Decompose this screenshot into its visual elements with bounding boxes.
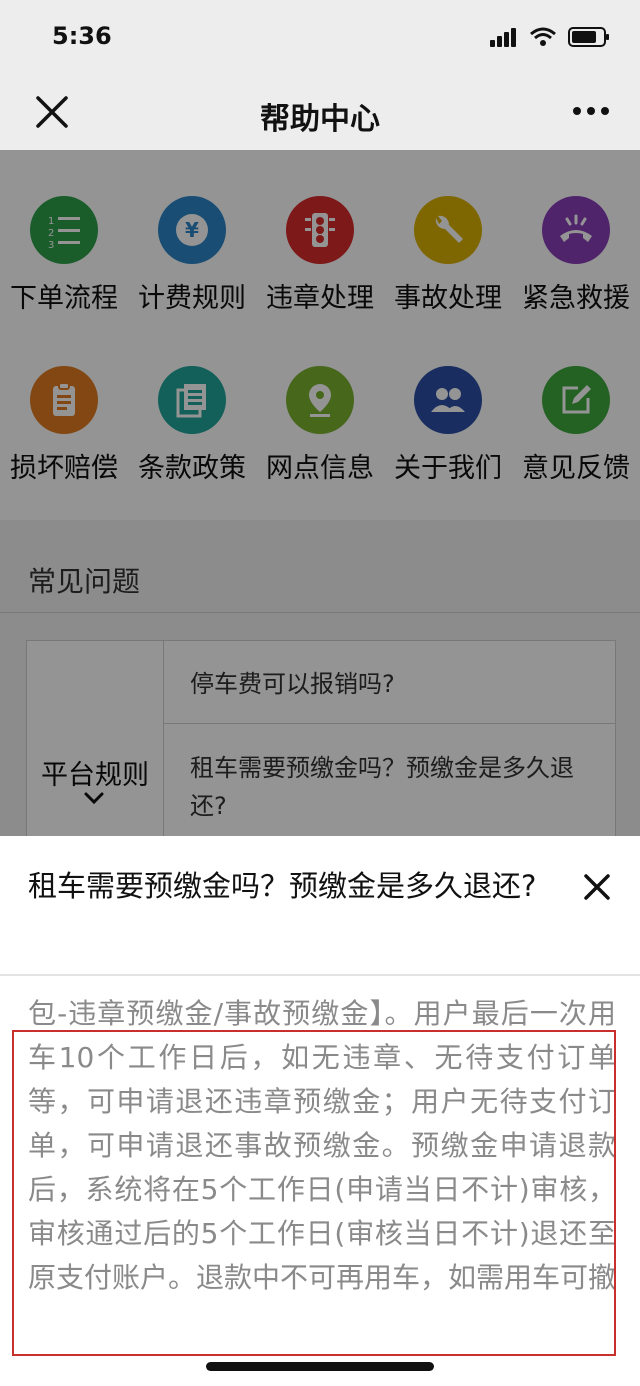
status-time: 5:36	[52, 22, 112, 50]
battery-icon	[568, 27, 609, 47]
modal-backdrop[interactable]	[0, 150, 640, 836]
close-icon[interactable]	[582, 872, 612, 902]
wifi-icon	[530, 27, 556, 46]
status-icons	[490, 26, 610, 48]
more-icon[interactable]	[572, 106, 610, 116]
page-title: 帮助中心	[260, 102, 380, 137]
highlight-annotation-box	[12, 1030, 616, 1356]
sheet-divider	[0, 974, 640, 976]
cellular-signal-icon	[490, 28, 516, 47]
home-indicator[interactable]	[206, 1362, 434, 1371]
nav-bar: 帮助中心	[0, 76, 640, 150]
sheet-title: 租车需要预缴金吗？预缴金是多久退还?	[28, 869, 537, 903]
answer-bottom-sheet: 租车需要预缴金吗？预缴金是多久退还? 包-违章预缴金/事故预缴金】。用户最后一次…	[0, 836, 640, 1386]
status-bar: 5:36	[0, 0, 640, 76]
